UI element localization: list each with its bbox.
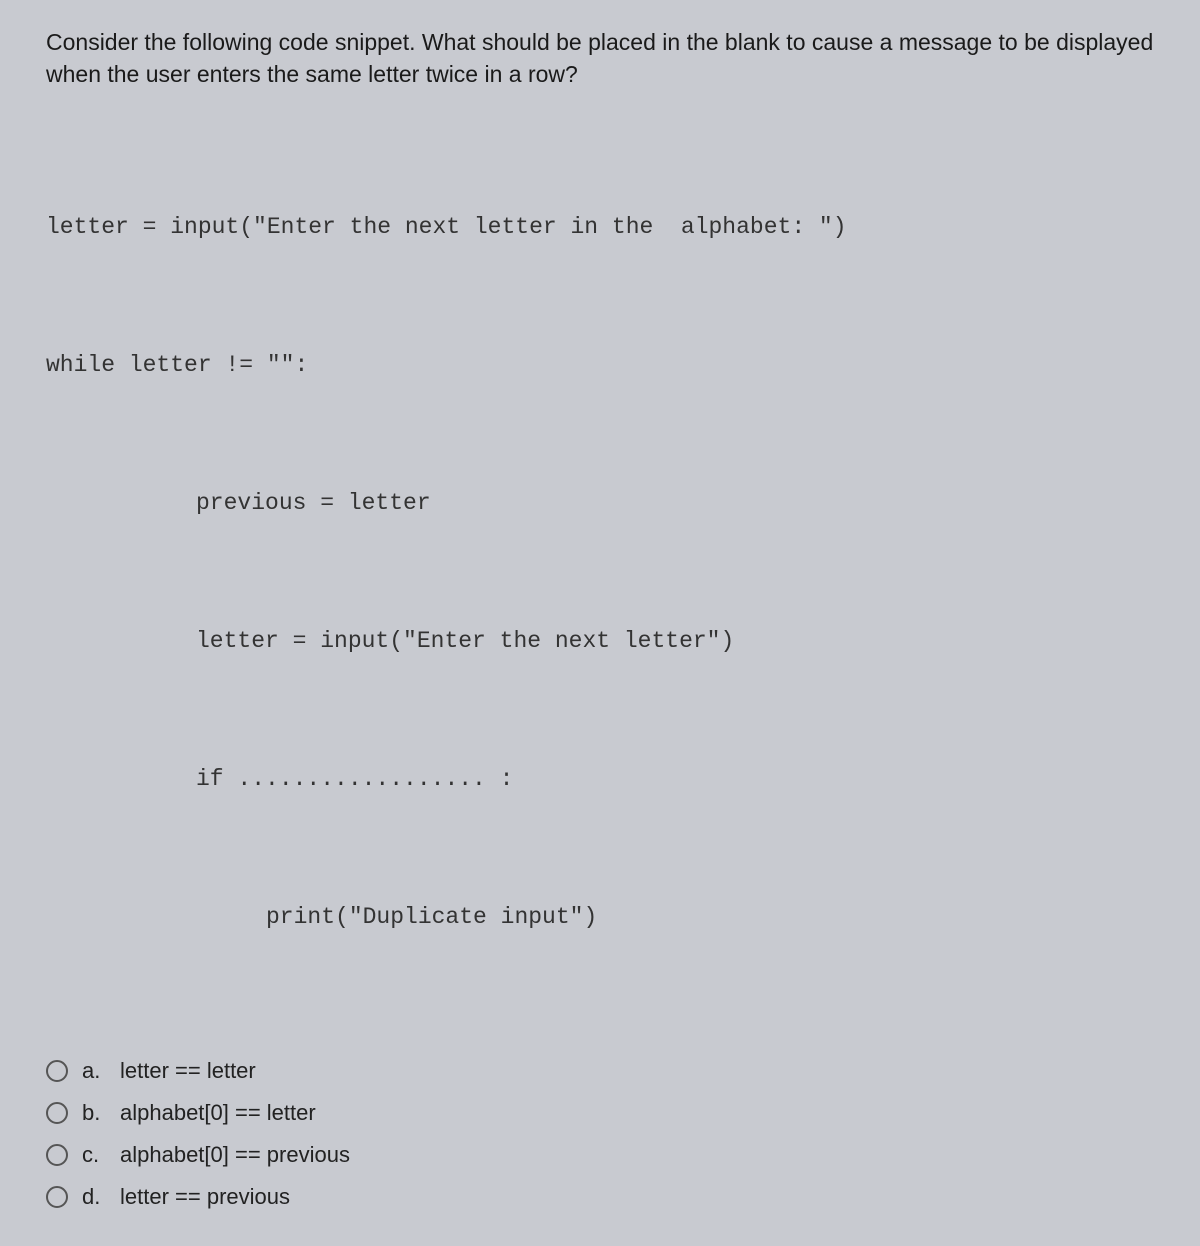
code-line: letter = input("Enter the next letter") <box>46 618 1154 664</box>
option-letter: c. <box>82 1142 106 1168</box>
radio-icon[interactable] <box>46 1102 68 1124</box>
code-line: print("Duplicate input") <box>46 894 1154 940</box>
option-letter: a. <box>82 1058 106 1084</box>
code-line: previous = letter <box>46 480 1154 526</box>
option-text: letter == letter <box>120 1058 256 1084</box>
option-letter: b. <box>82 1100 106 1126</box>
option-text: alphabet[0] == previous <box>120 1142 350 1168</box>
option-c[interactable]: c. alphabet[0] == previous <box>46 1142 1154 1168</box>
question-prompt: Consider the following code snippet. Wha… <box>46 26 1154 90</box>
option-letter: d. <box>82 1184 106 1210</box>
code-line: if .................. : <box>46 756 1154 802</box>
option-text: letter == previous <box>120 1184 290 1210</box>
option-a[interactable]: a. letter == letter <box>46 1058 1154 1084</box>
radio-icon[interactable] <box>46 1186 68 1208</box>
radio-icon[interactable] <box>46 1144 68 1166</box>
radio-icon[interactable] <box>46 1060 68 1082</box>
code-line: while letter != "": <box>46 342 1154 388</box>
answer-options: a. letter == letter b. alphabet[0] == le… <box>46 1058 1154 1210</box>
code-line: letter = input("Enter the next letter in… <box>46 204 1154 250</box>
code-snippet: letter = input("Enter the next letter in… <box>46 112 1154 1032</box>
quiz-question: Consider the following code snippet. Wha… <box>0 0 1200 1246</box>
option-text: alphabet[0] == letter <box>120 1100 316 1126</box>
option-d[interactable]: d. letter == previous <box>46 1184 1154 1210</box>
option-b[interactable]: b. alphabet[0] == letter <box>46 1100 1154 1126</box>
